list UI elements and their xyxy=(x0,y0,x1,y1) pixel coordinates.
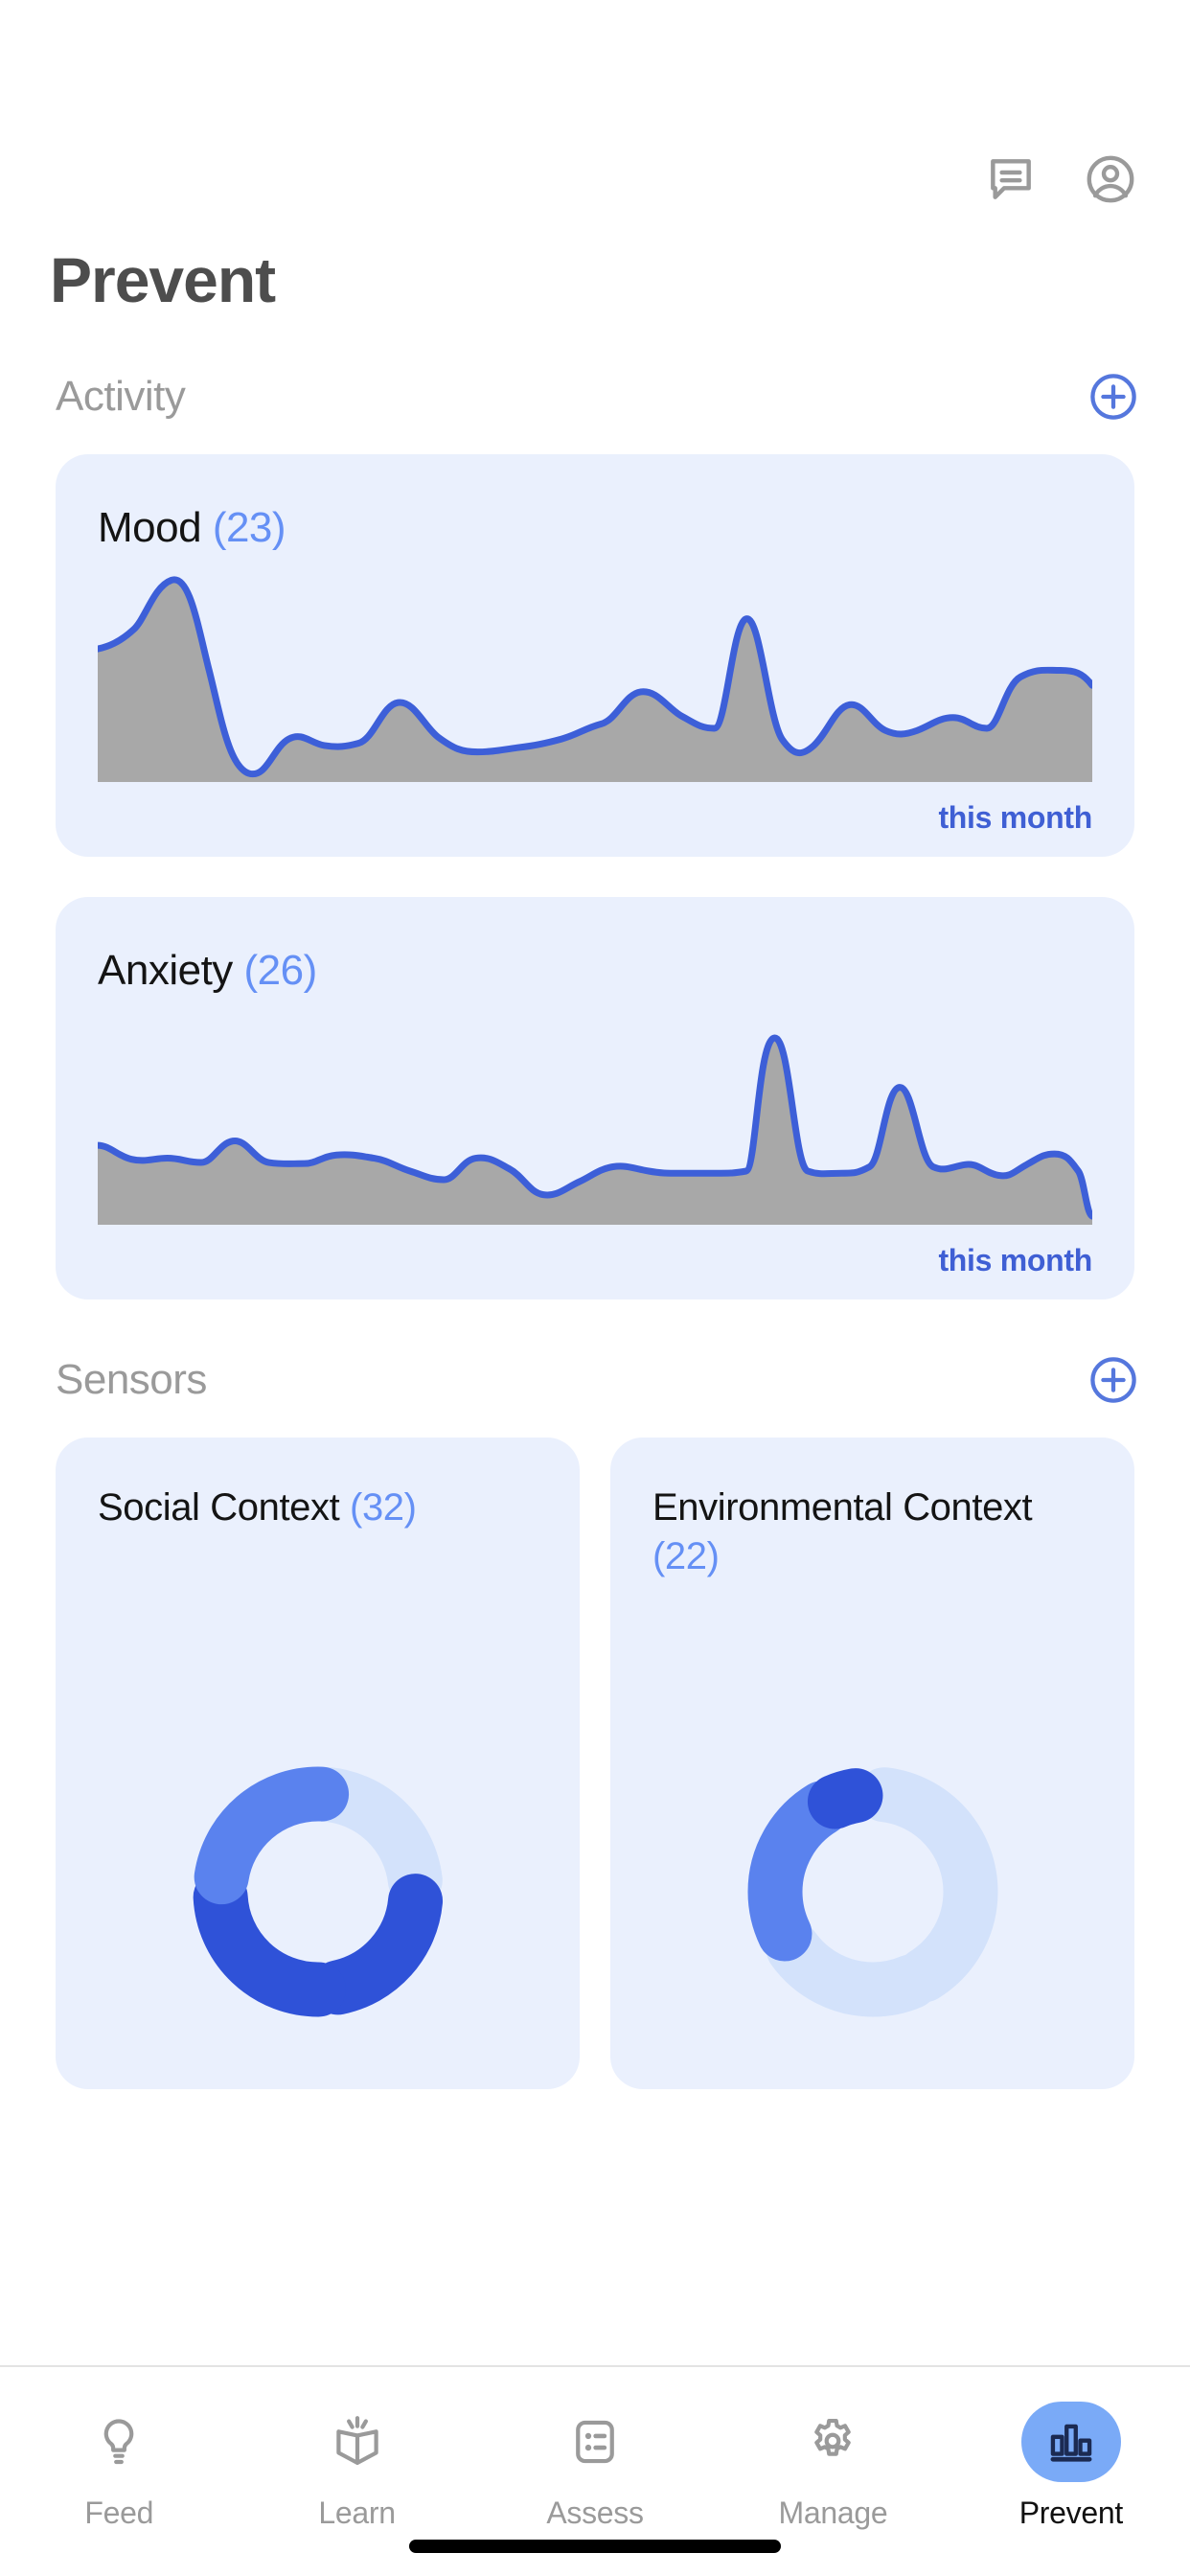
plus-circle-icon[interactable] xyxy=(1085,368,1142,426)
environmental-context-donut-chart xyxy=(610,1748,1134,2036)
mood-area-chart xyxy=(98,567,1092,782)
nav-item-prevent[interactable]: Prevent xyxy=(952,2402,1190,2531)
home-indicator xyxy=(409,2540,781,2553)
page-title: Prevent xyxy=(50,244,276,315)
sensors-section-title: Sensors xyxy=(56,1356,207,1403)
app-screen: Prevent Activity Mood (23) this month An… xyxy=(0,0,1190,2576)
card-footer-period: this month xyxy=(938,1243,1092,1277)
card-title-mood: Mood (23) xyxy=(56,454,1134,552)
sensor-card-environmental-context[interactable]: Environmental Context (22) xyxy=(610,1438,1134,2089)
card-title-anxiety: Anxiety (26) xyxy=(56,897,1134,995)
list-card-icon xyxy=(545,2402,645,2482)
sensor-card-social-context[interactable]: Social Context (32) xyxy=(56,1438,580,2089)
activity-card-anxiety[interactable]: Anxiety (26) this month xyxy=(56,897,1134,1300)
nav-label-feed: Feed xyxy=(84,2496,154,2530)
activity-section-title: Activity xyxy=(56,373,186,420)
sensor-title-environmental: Environmental Context (22) xyxy=(610,1438,1134,1581)
nav-item-learn[interactable]: Learn xyxy=(238,2402,475,2531)
card-name: Anxiety xyxy=(98,947,233,994)
gear-icon xyxy=(783,2402,882,2482)
social-context-donut-chart xyxy=(56,1748,580,2036)
nav-label-prevent: Prevent xyxy=(1018,2496,1123,2530)
nav-item-feed[interactable]: Feed xyxy=(0,2402,238,2531)
activity-section-header: Activity xyxy=(0,368,1190,426)
bar-chart-icon xyxy=(1020,2402,1121,2482)
sensor-count: (22) xyxy=(652,1535,720,1578)
plus-circle-icon[interactable] xyxy=(1085,1351,1142,1409)
nav-label-assess: Assess xyxy=(546,2496,644,2530)
chat-bubble-icon[interactable] xyxy=(981,150,1041,209)
open-book-icon xyxy=(308,2402,407,2482)
nav-label-manage: Manage xyxy=(778,2496,888,2530)
nav-item-manage[interactable]: Manage xyxy=(714,2402,951,2531)
card-count: (26) xyxy=(243,947,318,994)
sensor-cards: Social Context (32) Environmental Contex… xyxy=(0,1438,1190,2089)
card-name: Mood xyxy=(98,504,202,551)
activity-cards: Mood (23) this month Anxiety (26) this m… xyxy=(0,454,1190,1300)
top-bar xyxy=(0,0,1190,226)
top-bar-icons xyxy=(981,150,1140,226)
activity-card-mood[interactable]: Mood (23) this month xyxy=(56,454,1134,857)
sensor-title-social: Social Context (32) xyxy=(56,1438,580,1532)
account-circle-icon[interactable] xyxy=(1081,150,1140,209)
nav-label-learn: Learn xyxy=(318,2496,396,2530)
nav-item-assess[interactable]: Assess xyxy=(476,2402,714,2531)
sensor-name: Social Context xyxy=(98,1486,340,1529)
sensor-name: Environmental Context xyxy=(652,1486,1033,1529)
card-count: (23) xyxy=(212,504,286,551)
sensors-section-header: Sensors xyxy=(0,1351,1190,1409)
lightbulb-icon xyxy=(69,2402,169,2482)
sensor-count: (32) xyxy=(350,1486,417,1529)
anxiety-area-chart xyxy=(98,1010,1092,1225)
card-footer-period: this month xyxy=(938,800,1092,835)
